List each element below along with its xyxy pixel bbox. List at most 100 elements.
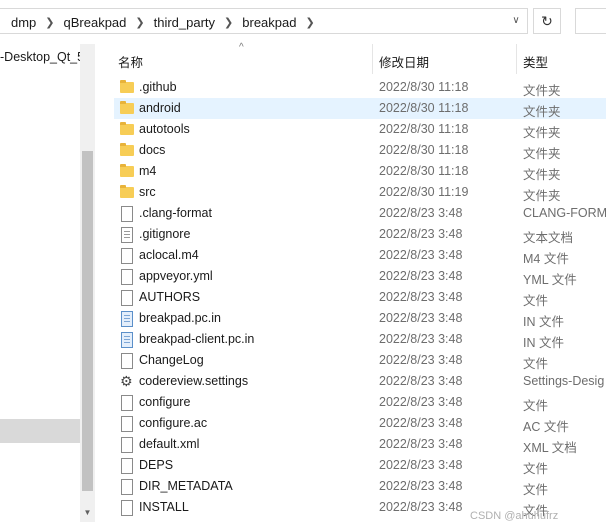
folder-icon: [120, 164, 134, 179]
file-type: 文件夹: [523, 84, 561, 98]
table-row[interactable]: src 2022/8/30 11:19 文件夹: [114, 182, 606, 203]
modified-date: 2022/8/23 3:48: [379, 374, 463, 388]
table-row[interactable]: DEPS 2022/8/23 3:48 文件: [114, 455, 606, 476]
table-row[interactable]: autotools 2022/8/30 11:18 文件夹: [114, 119, 606, 140]
table-row[interactable]: breakpad-client.pc.in 2022/8/23 3:48 IN 文件: [114, 329, 606, 350]
modified-date: 2022/8/23 3:48: [379, 479, 463, 493]
modified-date: 2022/8/23 3:48: [379, 269, 463, 283]
address-bar: dmp ❯ qBreakpad ❯ third_party ❯ breakpad…: [0, 0, 606, 44]
file-icon: [120, 500, 134, 516]
table-row[interactable]: default.xml 2022/8/23 3:48 XML 文档: [114, 434, 606, 455]
file-name: breakpad-client.pc.in: [139, 332, 255, 346]
modified-date: 2022/8/30 11:18: [379, 122, 469, 136]
breadcrumb-item[interactable]: dmp: [11, 15, 36, 30]
nav-item[interactable]: -Desktop_Qt_5: [0, 50, 84, 64]
table-row[interactable]: DIR_METADATA 2022/8/23 3:48 文件: [114, 476, 606, 497]
table-row[interactable]: docs 2022/8/30 11:18 文件夹: [114, 140, 606, 161]
folder-icon: [120, 80, 134, 95]
modified-date: 2022/8/23 3:48: [379, 227, 463, 241]
file-type: 文件夹: [523, 147, 561, 161]
table-row[interactable]: configure 2022/8/23 3:48 文件: [114, 392, 606, 413]
column-header-date[interactable]: 修改日期: [379, 52, 429, 71]
scroll-down-icon[interactable]: ▼: [80, 506, 95, 520]
breadcrumb[interactable]: dmp ❯ qBreakpad ❯ third_party ❯ breakpad…: [0, 8, 528, 34]
modified-date: 2022/8/23 3:48: [379, 500, 463, 514]
modified-date: 2022/8/23 3:48: [379, 290, 463, 304]
modified-date: 2022/8/23 3:48: [379, 416, 463, 430]
navigation-pane: -Desktop_Qt_5 ▼: [0, 44, 95, 532]
breadcrumb-item[interactable]: breakpad: [242, 15, 296, 30]
file-type: 文件: [523, 399, 549, 413]
table-row[interactable]: ⚙ codereview.settings 2022/8/23 3:48 Settin…: [114, 371, 606, 392]
file-name: ChangeLog: [139, 353, 204, 367]
modified-date: 2022/8/23 3:48: [379, 248, 463, 262]
chevron-right-icon[interactable]: ❯: [135, 16, 144, 29]
file-name: android: [139, 101, 181, 115]
file-type: 文件: [523, 483, 549, 497]
file-type: IN 文件: [523, 336, 564, 350]
table-row[interactable]: android 2022/8/30 11:18 文件夹: [114, 98, 606, 119]
file-type: AC 文件: [523, 420, 569, 434]
table-row[interactable]: appveyor.yml 2022/8/23 3:48 YML 文件: [114, 266, 606, 287]
file-name: default.xml: [139, 437, 200, 451]
file-type: Settings-Desig: [523, 374, 605, 388]
nav-selected-item[interactable]: [0, 419, 80, 443]
modified-date: 2022/8/30 11:18: [379, 80, 469, 94]
file-name: aclocal.m4: [139, 248, 199, 262]
modified-date: 2022/8/30 11:19: [379, 185, 469, 199]
modified-date: 2022/8/30 11:18: [379, 143, 469, 157]
table-row[interactable]: breakpad.pc.in 2022/8/23 3:48 IN 文件: [114, 308, 606, 329]
file-name: autotools: [139, 122, 190, 136]
file-type: 文件夹: [523, 105, 561, 119]
file-name: INSTALL: [139, 500, 189, 514]
file-type: YML 文件: [523, 273, 577, 287]
chevron-down-icon[interactable]: ∨: [509, 14, 523, 28]
file-name: docs: [139, 143, 166, 157]
file-type: IN 文件: [523, 315, 564, 329]
file-icon: [120, 395, 134, 411]
table-row[interactable]: m4 2022/8/30 11:18 文件夹: [114, 161, 606, 182]
file-name: DIR_METADATA: [139, 479, 233, 493]
table-row[interactable]: aclocal.m4 2022/8/23 3:48 M4 文件: [114, 245, 606, 266]
chevron-right-icon[interactable]: ❯: [305, 16, 314, 29]
file-name: m4: [139, 164, 157, 178]
breadcrumb-item[interactable]: third_party: [154, 15, 215, 30]
file-icon: [120, 248, 134, 264]
column-header: ^ 名称 修改日期 类型: [96, 42, 606, 74]
table-row[interactable]: .gitignore 2022/8/23 3:48 文本文档: [114, 224, 606, 245]
file-type: M4 文件: [523, 252, 569, 266]
chevron-right-icon[interactable]: ❯: [45, 16, 54, 29]
file-type: 文件夹: [523, 189, 561, 203]
file-name: DEPS: [139, 458, 174, 472]
breadcrumb-item[interactable]: qBreakpad: [64, 15, 127, 30]
table-row[interactable]: configure.ac 2022/8/23 3:48 AC 文件: [114, 413, 606, 434]
file-icon: [120, 416, 134, 432]
table-row[interactable]: AUTHORS 2022/8/23 3:48 文件: [114, 287, 606, 308]
folder-icon: [120, 185, 134, 200]
table-row[interactable]: ChangeLog 2022/8/23 3:48 文件: [114, 350, 606, 371]
sort-ascending-icon: ^: [239, 42, 244, 53]
in-file-icon: [120, 311, 134, 327]
file-type: CLANG-FORMA: [523, 206, 606, 220]
file-name: .clang-format: [139, 206, 212, 220]
table-row[interactable]: .clang-format 2022/8/23 3:48 CLANG-FORMA: [114, 203, 606, 224]
column-header-type[interactable]: 类型: [523, 52, 548, 71]
refresh-icon: ↻: [541, 12, 553, 29]
file-icon: [120, 206, 134, 222]
file-type: 文件夹: [523, 126, 561, 140]
refresh-button[interactable]: ↻: [533, 8, 561, 34]
column-header-name[interactable]: 名称: [118, 52, 143, 71]
in-file-icon: [120, 332, 134, 348]
column-divider[interactable]: [372, 44, 373, 74]
file-type: XML 文档: [523, 441, 577, 455]
column-divider[interactable]: [516, 44, 517, 74]
chevron-right-icon[interactable]: ❯: [224, 16, 233, 29]
table-row[interactable]: .github 2022/8/30 11:18 文件夹: [114, 77, 606, 98]
file-icon: [120, 353, 134, 369]
search-input[interactable]: [575, 8, 606, 34]
text-file-icon: [120, 227, 134, 243]
file-name: AUTHORS: [139, 290, 201, 304]
nav-scrollbar-thumb[interactable]: [82, 151, 93, 491]
file-name: appveyor.yml: [139, 269, 213, 283]
modified-date: 2022/8/23 3:48: [379, 458, 463, 472]
